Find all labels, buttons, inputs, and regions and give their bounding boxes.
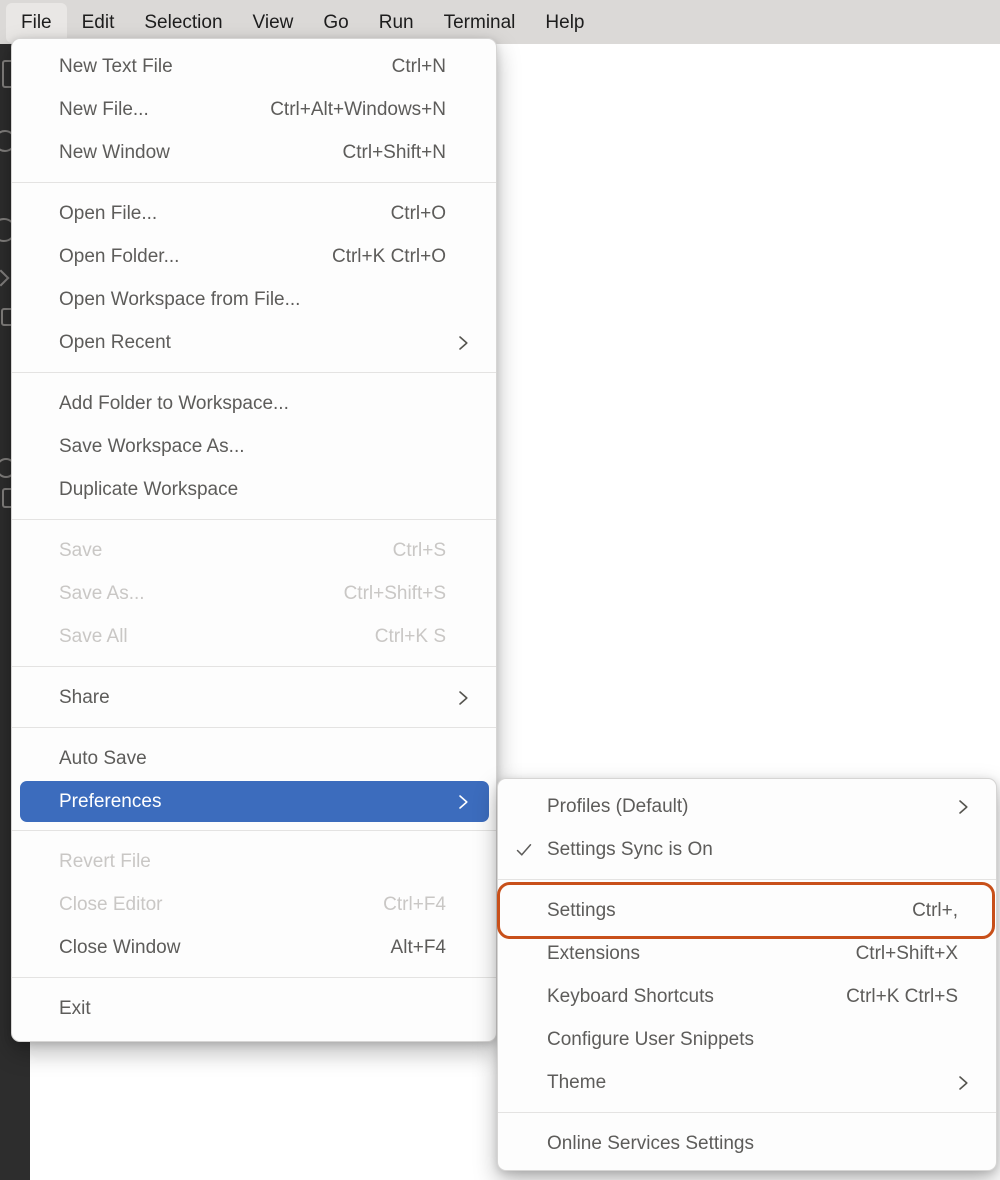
menu-separator xyxy=(498,879,996,880)
menu-separator xyxy=(12,666,496,667)
menu-item-label: Save All xyxy=(59,626,128,648)
menu-separator xyxy=(12,519,496,520)
menubar-item-help[interactable]: Help xyxy=(530,3,599,43)
menu-item-shortcut: Ctrl+K Ctrl+S xyxy=(826,986,958,1008)
chevron-right-icon xyxy=(458,793,469,810)
file-menu-dropdown: New Text File Ctrl+N New File... Ctrl+Alt+W… xyxy=(11,38,497,1042)
menu-separator xyxy=(12,977,496,978)
menu-item-label: Share xyxy=(59,687,110,709)
menu-item-label: Duplicate Workspace xyxy=(59,479,238,501)
menu-item-label: Add Folder to Workspace... xyxy=(59,393,289,415)
chevron-right-icon xyxy=(958,798,969,815)
chevron-right-icon xyxy=(458,334,469,351)
menu-separator xyxy=(498,1112,996,1113)
menu-item-extensions[interactable]: Extensions Ctrl+Shift+X xyxy=(498,932,996,975)
menubar-item-file[interactable]: File xyxy=(6,3,67,43)
menu-separator xyxy=(12,372,496,373)
menu-item-shortcut: Ctrl+Shift+N xyxy=(323,142,446,164)
menubar-item-go[interactable]: Go xyxy=(308,3,363,43)
chevron-right-icon xyxy=(958,1074,969,1091)
menu-item-label: Save As... xyxy=(59,583,145,605)
menu-item-label: Save xyxy=(59,540,102,562)
menu-item-shortcut: Ctrl+Shift+S xyxy=(324,583,446,605)
menu-item-label: Settings Sync is On xyxy=(547,839,713,861)
menu-item-label: Save Workspace As... xyxy=(59,436,245,458)
menu-item-label: Online Services Settings xyxy=(547,1133,754,1155)
menu-item-label: Open Recent xyxy=(59,332,171,354)
menu-item-shortcut: Ctrl+, xyxy=(892,900,958,922)
menu-item-save: Save Ctrl+S xyxy=(12,529,496,572)
menubar-item-edit[interactable]: Edit xyxy=(67,3,130,43)
menu-item-save-all: Save All Ctrl+K S xyxy=(12,615,496,658)
menubar-item-view[interactable]: View xyxy=(238,3,309,43)
menu-item-open-workspace-from-file[interactable]: Open Workspace from File... xyxy=(12,278,496,321)
menu-item-close-window[interactable]: Close Window Alt+F4 xyxy=(12,926,496,969)
menu-item-shortcut: Ctrl+F4 xyxy=(363,894,446,916)
menu-item-label: Configure User Snippets xyxy=(547,1029,754,1051)
checkmark-icon xyxy=(514,841,534,859)
menu-item-label: Close Editor xyxy=(59,894,163,916)
menu-item-open-folder[interactable]: Open Folder... Ctrl+K Ctrl+O xyxy=(12,235,496,278)
menu-item-shortcut: Ctrl+O xyxy=(371,203,446,225)
menu-item-shortcut: Ctrl+S xyxy=(373,540,446,562)
menu-item-label: Open Workspace from File... xyxy=(59,289,300,311)
menu-item-shortcut: Ctrl+Shift+X xyxy=(836,943,958,965)
menubar-item-terminal[interactable]: Terminal xyxy=(429,3,531,43)
menu-item-open-recent[interactable]: Open Recent xyxy=(12,321,496,364)
menu-item-configure-user-snippets[interactable]: Configure User Snippets xyxy=(498,1018,996,1061)
menu-item-label: Settings xyxy=(547,900,616,922)
menu-item-profiles-default[interactable]: Profiles (Default) xyxy=(498,785,996,828)
menu-item-save-workspace-as[interactable]: Save Workspace As... xyxy=(12,425,496,468)
menu-item-auto-save[interactable]: Auto Save xyxy=(12,737,496,780)
menu-item-open-file[interactable]: Open File... Ctrl+O xyxy=(12,192,496,235)
menu-item-label: Open Folder... xyxy=(59,246,179,268)
menu-item-revert-file: Revert File xyxy=(12,840,496,883)
menu-item-label: Preferences xyxy=(59,791,161,813)
menubar-item-run[interactable]: Run xyxy=(364,3,429,43)
menu-item-exit[interactable]: Exit xyxy=(12,987,496,1030)
menu-item-new-window[interactable]: New Window Ctrl+Shift+N xyxy=(12,131,496,174)
menu-item-online-services-settings[interactable]: Online Services Settings xyxy=(498,1122,996,1165)
menu-item-label: Theme xyxy=(547,1072,606,1094)
chevron-right-icon xyxy=(458,689,469,706)
menu-item-save-as: Save As... Ctrl+Shift+S xyxy=(12,572,496,615)
menu-item-duplicate-workspace[interactable]: Duplicate Workspace xyxy=(12,468,496,511)
menu-item-keyboard-shortcuts[interactable]: Keyboard Shortcuts Ctrl+K Ctrl+S xyxy=(498,975,996,1018)
menubar-item-selection[interactable]: Selection xyxy=(129,3,237,43)
menu-item-add-folder-to-workspace[interactable]: Add Folder to Workspace... xyxy=(12,382,496,425)
menu-item-label: Close Window xyxy=(59,937,180,959)
menu-item-shortcut: Ctrl+K Ctrl+O xyxy=(312,246,446,268)
menu-separator xyxy=(12,182,496,183)
menu-item-shortcut: Ctrl+N xyxy=(372,56,446,78)
menu-item-share[interactable]: Share xyxy=(12,676,496,719)
menu-item-shortcut: Ctrl+Alt+Windows+N xyxy=(250,99,446,121)
menu-separator xyxy=(12,727,496,728)
menu-item-label: Keyboard Shortcuts xyxy=(547,986,714,1008)
menu-item-label: Revert File xyxy=(59,851,151,873)
menu-item-label: Auto Save xyxy=(59,748,147,770)
menu-item-theme[interactable]: Theme xyxy=(498,1061,996,1104)
menu-item-settings-sync-is-on[interactable]: Settings Sync is On xyxy=(498,828,996,871)
menu-item-settings[interactable]: Settings Ctrl+, xyxy=(498,889,996,932)
menu-item-new-text-file[interactable]: New Text File Ctrl+N xyxy=(12,45,496,88)
menu-item-label: New File... xyxy=(59,99,149,121)
menu-item-shortcut: Ctrl+K S xyxy=(355,626,446,648)
activity-bar-icon-fragment xyxy=(0,270,9,287)
menu-separator xyxy=(12,830,496,831)
menu-item-label: Profiles (Default) xyxy=(547,796,689,818)
menu-item-label: Exit xyxy=(59,998,91,1020)
menu-item-label: New Text File xyxy=(59,56,173,78)
menu-item-label: Open File... xyxy=(59,203,157,225)
menu-item-new-file[interactable]: New File... Ctrl+Alt+Windows+N xyxy=(12,88,496,131)
menu-item-label: Extensions xyxy=(547,943,640,965)
menu-item-preferences[interactable]: Preferences xyxy=(20,781,489,822)
menu-item-label: New Window xyxy=(59,142,170,164)
menu-item-shortcut: Alt+F4 xyxy=(371,937,446,959)
menu-item-close-editor: Close Editor Ctrl+F4 xyxy=(12,883,496,926)
preferences-submenu: Profiles (Default) Settings Sync is On Set… xyxy=(497,778,997,1171)
